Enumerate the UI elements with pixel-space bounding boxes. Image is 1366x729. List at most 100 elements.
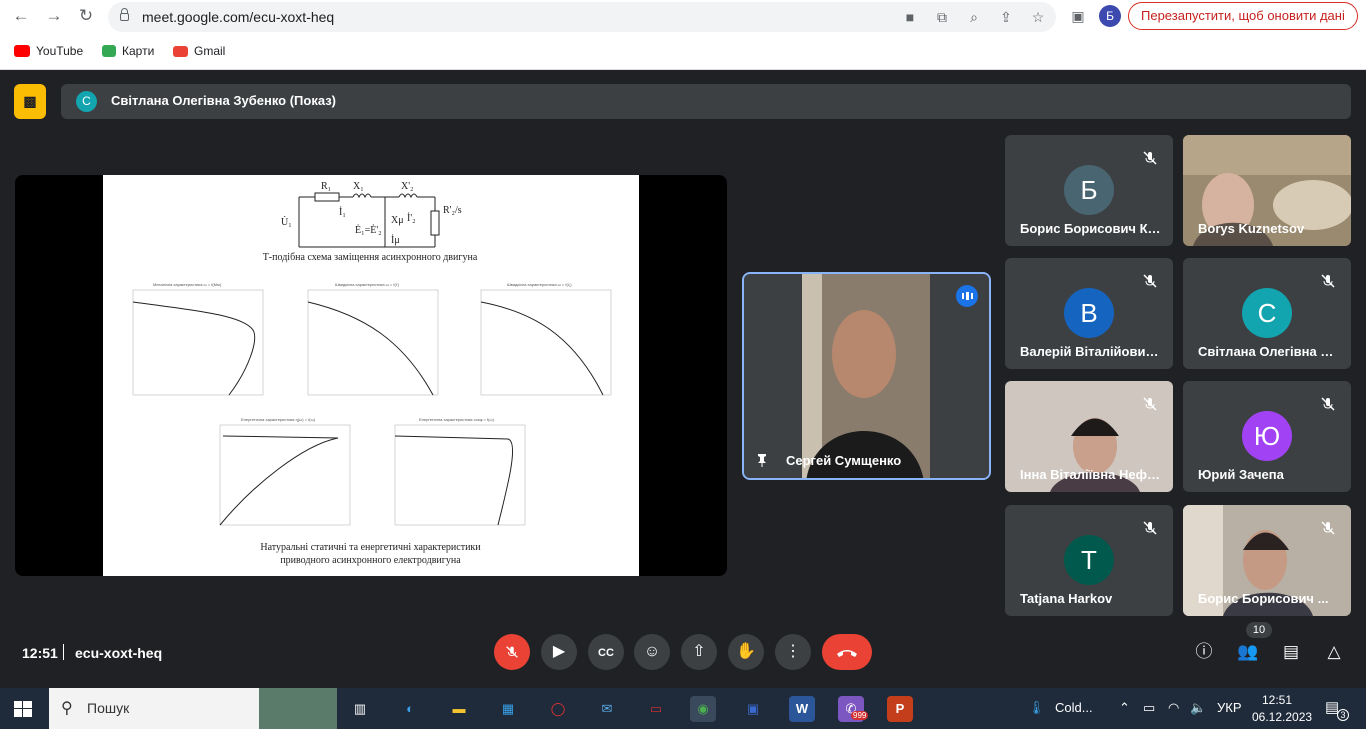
search-highlight-image [259, 688, 337, 729]
taskbar-clock[interactable]: 12:51 06.12.2023 [1252, 692, 1312, 726]
bookmark-gmail[interactable]: Gmail [173, 42, 225, 60]
opera-icon[interactable]: ◯ [545, 696, 571, 722]
back-icon[interactable]: ← [9, 4, 33, 28]
participant-tile[interactable]: Інна Віталіївна Нефь... [1005, 381, 1173, 492]
participant-name: Валерій Віталійович ... [1020, 344, 1161, 359]
participant-name: Borys Kuznetsov [1198, 221, 1305, 236]
slide-caption-line2: приводного асинхронного електродвигуна [280, 555, 461, 566]
participant-tile[interactable]: В Валерій Віталійович ... [1005, 258, 1173, 369]
participant-tile[interactable]: С Світлана Олегівна З... [1183, 258, 1351, 369]
participant-avatar: В [1064, 288, 1114, 338]
meeting-code: ecu-xoxt-heq [75, 645, 163, 661]
app-icon[interactable]: ▭ [643, 696, 669, 722]
divider [63, 644, 64, 660]
diagram-caption: Т-подібна схема заміщення асинхронного д… [262, 252, 478, 263]
more-options-button[interactable]: ⋮ [775, 634, 811, 670]
address-bar[interactable]: meet.google.com/ecu-xoxt-heq ■ ⧉ ⌕ ⇪ ☆ [108, 2, 1056, 32]
pin-icon[interactable] [754, 452, 770, 468]
volume-icon[interactable]: 🔈 [1190, 700, 1206, 716]
captions-button[interactable]: CC [588, 634, 624, 670]
notification-count: 3 [1337, 709, 1349, 721]
relaunch-button[interactable]: Перезапустити, щоб оновити дані [1128, 2, 1358, 30]
svg-text:Механічна характеристика ω = f: Механічна характеристика ω = f(Мм) [153, 282, 222, 287]
word-icon[interactable]: W [789, 696, 815, 722]
search-placeholder: Пошук [87, 700, 130, 716]
present-button[interactable]: ⇧ [681, 634, 717, 670]
reactions-button[interactable]: ☺ [634, 634, 670, 670]
participant-avatar: С [1242, 288, 1292, 338]
svg-text:X'₂: X'₂ [401, 181, 414, 192]
camera-button[interactable]: ▶ [541, 634, 577, 670]
chat-icon[interactable]: ▤ [1279, 640, 1303, 664]
participant-tile[interactable]: Ю Юрий Зачепа [1183, 381, 1351, 492]
wifi-icon[interactable]: ◠ [1168, 700, 1179, 716]
lock-icon[interactable] [120, 8, 129, 21]
translate-icon[interactable]: ⧉ [932, 7, 952, 27]
call-end-icon [837, 650, 857, 657]
captions-icon: CC [598, 647, 614, 659]
presentation-banner: С Світлана Олегівна Зубенко (Показ) [61, 84, 1351, 119]
mail-icon[interactable]: ✉ [594, 696, 620, 722]
clock-time: 12:51 [1261, 693, 1293, 707]
bookmark-star-icon[interactable]: ☆ [1028, 7, 1048, 27]
powerpoint-icon[interactable]: P [887, 696, 913, 722]
mic-off-icon [1321, 397, 1335, 411]
participant-name: Борис Борисович ... [1198, 591, 1329, 606]
raise-hand-button[interactable]: ✋ [728, 634, 764, 670]
bookmark-youtube[interactable]: YouTube [14, 42, 83, 60]
participant-tile[interactable]: Борис Борисович ... [1183, 505, 1351, 616]
weather-text[interactable]: Cold... [1055, 700, 1093, 715]
forward-icon[interactable]: → [42, 4, 66, 28]
hand-icon: ✋ [736, 643, 756, 660]
task-view-icon[interactable]: ▥ [347, 696, 373, 722]
svg-text:İ'₂: İ'₂ [407, 212, 416, 224]
profile-avatar[interactable]: Б [1099, 5, 1121, 27]
shared-slide: R₁ X₁ X'₂ R'₂/s U̇₁ Ė₁=Ė'₂ Xμ İ₁ İ'₂ İμ [103, 175, 639, 576]
taskbar-search[interactable]: ⚲ Пошук [49, 688, 337, 729]
stop-presenting-icon[interactable]: ▩ [14, 84, 46, 119]
present-icon: ⇧ [692, 643, 706, 660]
zoom-icon[interactable]: ⌕ [964, 7, 984, 27]
side-panel-icon[interactable]: ▣ [1068, 6, 1088, 26]
participant-name: Світлана Олегівна З... [1198, 344, 1339, 359]
emoji-icon: ☺ [643, 643, 661, 660]
presentation-stage[interactable]: R₁ X₁ X'₂ R'₂/s U̇₁ Ė₁=Ė'₂ Xμ İ₁ İ'₂ İμ [15, 175, 727, 576]
chrome-icon[interactable]: ◉ [690, 696, 716, 722]
file-explorer-icon[interactable]: ▬ [446, 696, 472, 722]
leave-call-button[interactable] [822, 634, 872, 670]
participant-tile[interactable]: Borys Kuznetsov [1183, 135, 1351, 246]
mic-off-button[interactable] [494, 634, 530, 670]
svg-text:Ė₁=Ė'₂: Ė₁=Ė'₂ [355, 224, 382, 236]
participant-tile[interactable]: T Tatjana Harkov [1005, 505, 1173, 616]
activities-icon[interactable]: △ [1322, 640, 1346, 664]
people-icon[interactable]: 👥 [1236, 640, 1260, 664]
language-indicator[interactable]: УКР [1217, 700, 1242, 715]
bookmark-label: Gmail [194, 44, 226, 58]
windows-start-icon[interactable] [14, 701, 32, 717]
participant-tile[interactable]: Б Борис Борисович Ко... [1005, 135, 1173, 246]
store-icon[interactable]: ▦ [495, 696, 521, 722]
save-app-icon[interactable]: ▣ [740, 696, 766, 722]
participant-name: Інна Віталіївна Нефь... [1020, 467, 1161, 482]
battery-icon[interactable]: ▭ [1143, 700, 1155, 716]
meeting-time: 12:51 [22, 645, 58, 661]
svg-text:R₁: R₁ [321, 181, 331, 192]
youtube-icon [14, 45, 30, 57]
reload-icon[interactable]: ↻ [74, 4, 98, 28]
videocam-icon: ▶ [552, 643, 566, 660]
participant-avatar: T [1064, 535, 1114, 585]
weather-icon[interactable]: 🌡 [1028, 700, 1045, 716]
edge-icon[interactable]: ◐ [397, 696, 423, 722]
mic-off-icon [1321, 521, 1335, 535]
camera-icon[interactable]: ■ [900, 7, 920, 27]
url-text[interactable]: meet.google.com/ecu-xoxt-heq [142, 9, 334, 25]
bookmark-maps[interactable]: Карти [102, 42, 154, 60]
svg-text:Швидкісна характеристика ω = f: Швидкісна характеристика ω = f(I') [335, 282, 400, 287]
meeting-info-icon[interactable]: ⓘ [1192, 640, 1216, 664]
search-icon: ⚲ [61, 700, 73, 717]
maps-icon [102, 45, 116, 57]
tray-overflow-icon[interactable]: ⌃ [1119, 700, 1130, 716]
svg-text:X₁: X₁ [353, 181, 364, 192]
share-icon[interactable]: ⇪ [996, 7, 1016, 27]
featured-tile[interactable]: Сергей Сумщенко [742, 272, 991, 480]
